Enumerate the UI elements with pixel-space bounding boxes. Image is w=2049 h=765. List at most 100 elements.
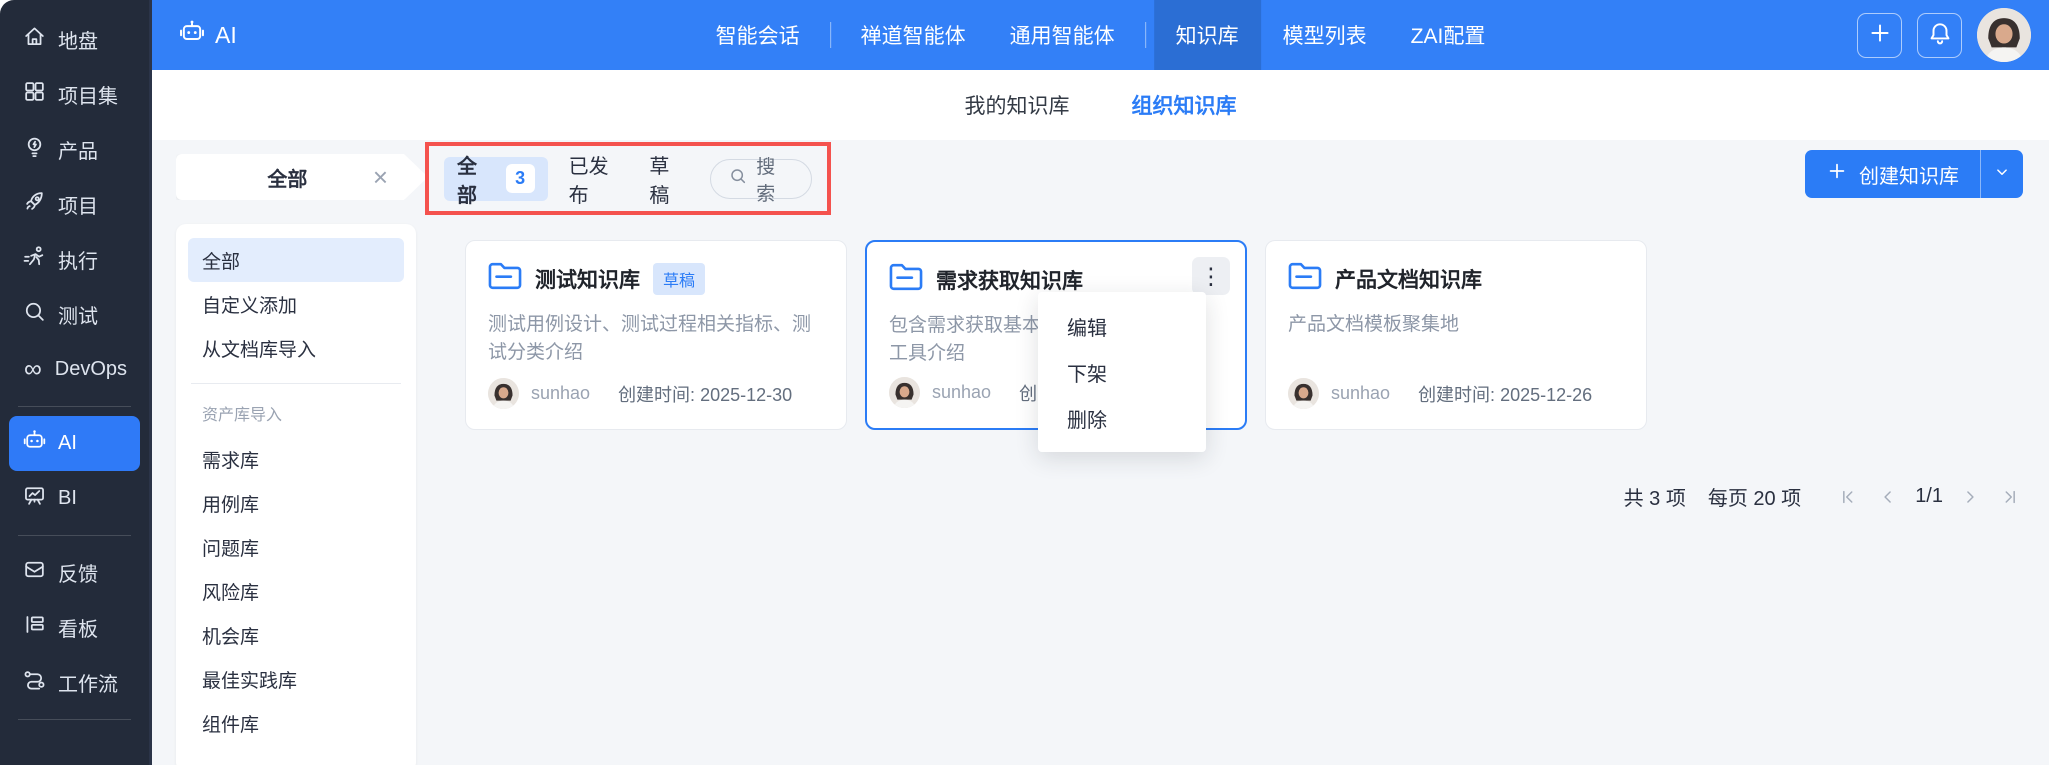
close-icon[interactable]: × — [373, 164, 388, 190]
sidebar-item-devops[interactable]: ∞ DevOps — [9, 342, 140, 397]
search-button[interactable]: 搜索 — [710, 159, 812, 199]
sidebar-item-product[interactable]: 产品 — [9, 122, 140, 177]
sidebar-item-label: 看板 — [58, 613, 98, 642]
knowledge-base-card-test[interactable]: 测试知识库 草稿 测试用例设计、测试过程相关指标、测试分类介绍 sunhao 创… — [465, 240, 847, 430]
sidebar-item-label: 产品 — [58, 135, 98, 164]
add-button[interactable] — [1857, 13, 1902, 58]
pagination-current-page: 1/1 — [1915, 485, 1943, 508]
sidebar-item-ai[interactable]: AI — [9, 416, 140, 471]
app-logo-label: AI — [215, 22, 237, 49]
next-page-button[interactable] — [1957, 484, 1983, 510]
sidebar-item-label: 工作流 — [58, 668, 118, 697]
notifications-button[interactable] — [1917, 13, 1962, 58]
sidebar-item-label: 地盘 — [58, 25, 98, 54]
created-time: 创建时间: 2025-12-30 — [618, 381, 792, 407]
kanban-icon — [22, 612, 47, 643]
sidebar-item-label: 反馈 — [58, 558, 98, 587]
status-filter-published[interactable]: 已发布 — [569, 150, 629, 208]
knowledge-base-tabs: 我的知识库 组织知识库 — [152, 70, 2049, 140]
card-header: 测试知识库 草稿 — [488, 261, 824, 296]
sidebar-item-label: DevOps — [55, 358, 127, 381]
category-item-risk-lib[interactable]: 风险库 — [188, 569, 404, 613]
status-filter-all-count: 3 — [506, 164, 535, 193]
tab-org-knowledge-base[interactable]: 组织知识库 — [1132, 90, 1237, 120]
knowledge-base-card-product-doc[interactable]: 产品文档知识库 产品文档模板聚集地 sunhao 创建时间: 2025-12-2… — [1265, 240, 1647, 430]
topnav-item-model-list[interactable]: 模型列表 — [1261, 0, 1389, 70]
category-item-usecase-lib[interactable]: 用例库 — [188, 481, 404, 525]
section-label-asset-import: 资产库导入 — [188, 397, 404, 437]
sidebar-item-label: 测试 — [58, 300, 98, 329]
status-filter-all[interactable]: 全部 3 — [444, 157, 548, 201]
sidebar-item-execution[interactable]: 执行 — [9, 232, 140, 287]
create-knowledge-base-main[interactable]: 创建知识库 — [1805, 150, 1980, 198]
topnav-item-zentao-agent[interactable]: 禅道智能体 — [839, 0, 988, 70]
created-time: 创 — [1019, 380, 1037, 406]
first-page-button[interactable] — [1835, 484, 1861, 510]
filter-scope-tab[interactable]: 全部 × — [176, 154, 428, 200]
menu-item-edit[interactable]: 编辑 — [1038, 303, 1206, 349]
bell-icon — [1927, 20, 1953, 51]
category-item-all[interactable]: 全部 — [188, 238, 404, 282]
sidebar-item-bi[interactable]: BI — [9, 471, 140, 526]
card-more-actions-button[interactable]: ⋮ — [1192, 257, 1230, 295]
sidebar-divider — [18, 719, 131, 720]
owner-name: sunhao — [531, 383, 590, 404]
sidebar-item-label: BI — [58, 487, 77, 510]
sidebar-item-project[interactable]: 项目 — [9, 177, 140, 232]
sidebar-item-label: AI — [58, 432, 77, 455]
category-item-requirement-lib[interactable]: 需求库 — [188, 437, 404, 481]
create-knowledge-base-button: 创建知识库 — [1805, 150, 2023, 198]
create-dropdown-toggle[interactable] — [1981, 150, 2023, 198]
sidebar-item-dashboard[interactable]: 地盘 — [9, 12, 140, 67]
menu-item-delete[interactable]: 删除 — [1038, 395, 1206, 441]
infinity-icon: ∞ — [22, 357, 44, 382]
topnav-item-knowledge-base[interactable]: 知识库 — [1154, 0, 1261, 70]
sidebar-item-workflow[interactable]: 工作流 — [9, 655, 140, 710]
card-description: 产品文档模板聚集地 — [1288, 311, 1624, 339]
topnav-item-smart-chat[interactable]: 智能会话 — [694, 0, 822, 70]
category-item-custom-add[interactable]: 自定义添加 — [188, 282, 404, 326]
topnav-item-general-agent[interactable]: 通用智能体 — [988, 0, 1137, 70]
tab-my-knowledge-base[interactable]: 我的知识库 — [965, 90, 1070, 120]
owner-name: sunhao — [1331, 383, 1390, 404]
sidebar-divider — [18, 406, 131, 407]
sidebar-divider — [18, 535, 131, 536]
panel-divider — [191, 383, 401, 384]
owner-avatar — [889, 377, 920, 408]
category-item-component-lib[interactable]: 组件库 — [188, 701, 404, 745]
sidebar-item-label: 项目集 — [58, 80, 118, 109]
chart-board-icon — [22, 483, 47, 514]
plus-icon — [1867, 20, 1893, 51]
folder-icon — [1288, 261, 1322, 296]
topnav-item-zai-config[interactable]: ZAI配置 — [1389, 0, 1508, 70]
user-avatar[interactable] — [1977, 8, 2031, 62]
category-item-import-doc[interactable]: 从文档库导入 — [188, 326, 404, 370]
lightbulb-icon — [22, 134, 47, 165]
card-header: 产品文档知识库 — [1288, 261, 1624, 296]
last-page-button[interactable] — [1997, 484, 2023, 510]
sidebar-item-feedback[interactable]: 反馈 — [9, 545, 140, 600]
rocket-icon — [22, 189, 47, 220]
card-description: 测试用例设计、测试过程相关指标、测试分类介绍 — [488, 311, 824, 366]
robot-icon — [178, 18, 206, 52]
runner-icon — [22, 244, 47, 275]
status-filter-draft[interactable]: 草稿 — [649, 150, 689, 208]
sidebar-item-testing[interactable]: 测试 — [9, 287, 140, 342]
content-area: 全部 × 全部 自定义添加 从文档库导入 资产库导入 需求库 用例库 问题库 风… — [152, 140, 2049, 765]
filter-scope-label: 全部 — [176, 163, 373, 192]
topnav-divider — [830, 22, 831, 48]
workflow-icon — [22, 667, 47, 698]
sidebar-item-program[interactable]: 项目集 — [9, 67, 140, 122]
pagination-page-size[interactable]: 每页 20 项 — [1708, 482, 1801, 511]
topnav-divider — [1145, 22, 1146, 48]
feedback-icon — [22, 557, 47, 588]
category-item-opportunity-lib[interactable]: 机会库 — [188, 613, 404, 657]
category-item-best-practice-lib[interactable]: 最佳实践库 — [188, 657, 404, 701]
menu-item-unpublish[interactable]: 下架 — [1038, 349, 1206, 395]
category-item-issue-lib[interactable]: 问题库 — [188, 525, 404, 569]
search-icon — [728, 166, 748, 192]
card-title: 产品文档知识库 — [1335, 264, 1482, 294]
prev-page-button[interactable] — [1875, 484, 1901, 510]
sidebar-item-kanban[interactable]: 看板 — [9, 600, 140, 655]
app-logo: AI — [178, 18, 237, 52]
